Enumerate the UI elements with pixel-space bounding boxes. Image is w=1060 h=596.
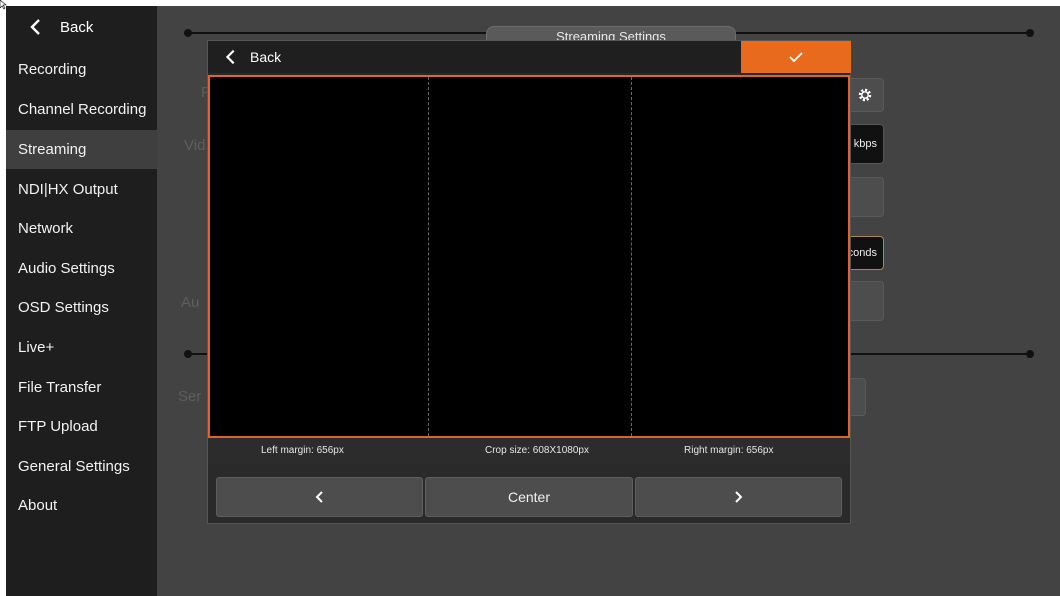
- interval-unit: conds: [847, 247, 877, 259]
- left-margin-text: Left margin: 656px: [261, 445, 344, 456]
- sidebar-item-ftp-upload[interactable]: FTP Upload: [6, 407, 157, 446]
- mouse-cursor-icon: [0, 0, 7, 10]
- interval-field[interactable]: conds: [846, 236, 884, 270]
- chevron-left-icon[interactable]: [222, 48, 240, 66]
- gear-icon: [858, 88, 872, 102]
- divider-dot: [1026, 350, 1034, 358]
- chevron-left-icon: [30, 19, 40, 35]
- sidebar-back-button[interactable]: Back: [6, 6, 157, 48]
- sidebar-item-general-settings[interactable]: General Settings: [6, 447, 157, 486]
- crop-size-text: Crop size: 608X1080px: [485, 445, 589, 456]
- sidebar-item-audio-settings[interactable]: Audio Settings: [6, 249, 157, 288]
- crop-controls: Center: [216, 477, 842, 517]
- chevron-right-icon: [735, 491, 743, 503]
- bitrate-unit: kbps: [853, 138, 877, 150]
- app-screen: Streaming Settings P Vid Au Ser kbps con…: [6, 6, 1060, 596]
- sidebar-item-channel-recording[interactable]: Channel Recording: [6, 90, 157, 129]
- confirm-button[interactable]: [741, 41, 851, 73]
- bg-label-video: Vid: [184, 137, 206, 154]
- crop-guide-right: [631, 77, 632, 436]
- shift-right-button[interactable]: [634, 477, 842, 517]
- sidebar-item-about[interactable]: About: [6, 486, 157, 525]
- bg-label-server: Ser: [178, 388, 202, 405]
- dialog-back-button[interactable]: Back: [250, 49, 281, 65]
- sidebar-item-streaming[interactable]: Streaming: [6, 130, 157, 169]
- center-button[interactable]: Center: [425, 477, 633, 517]
- crop-info-bar: Left margin: 656px Crop size: 608X1080px…: [208, 438, 850, 464]
- bg-label-audio: Au: [181, 294, 200, 311]
- sidebar-back-label: Back: [60, 18, 94, 36]
- bitrate-field[interactable]: kbps: [846, 124, 884, 164]
- sidebar-item-file-transfer[interactable]: File Transfer: [6, 368, 157, 407]
- settings-button[interactable]: [846, 78, 884, 112]
- sidebar: Back Recording Channel Recording Streami…: [6, 6, 157, 596]
- crop-guide-left: [428, 77, 429, 436]
- bg-field-2[interactable]: [846, 177, 884, 217]
- crop-preview[interactable]: [208, 75, 850, 438]
- sidebar-item-ndi-hx-output[interactable]: NDI|HX Output: [6, 170, 157, 209]
- chevron-left-icon: [315, 491, 323, 503]
- checkmark-icon: [789, 52, 803, 63]
- divider-dot: [184, 350, 192, 358]
- right-margin-text: Right margin: 656px: [684, 445, 774, 456]
- shift-left-button[interactable]: [216, 477, 424, 517]
- sidebar-item-network[interactable]: Network: [6, 209, 157, 248]
- bg-field-3[interactable]: [846, 281, 884, 321]
- crop-dialog: Back Left margin: 656px Crop size: 608X1…: [207, 40, 851, 524]
- sidebar-item-live-plus[interactable]: Live+: [6, 328, 157, 367]
- sidebar-item-osd-settings[interactable]: OSD Settings: [6, 288, 157, 327]
- divider-dot: [184, 29, 192, 37]
- divider-dot: [1026, 29, 1034, 37]
- sidebar-item-recording[interactable]: Recording: [6, 50, 157, 89]
